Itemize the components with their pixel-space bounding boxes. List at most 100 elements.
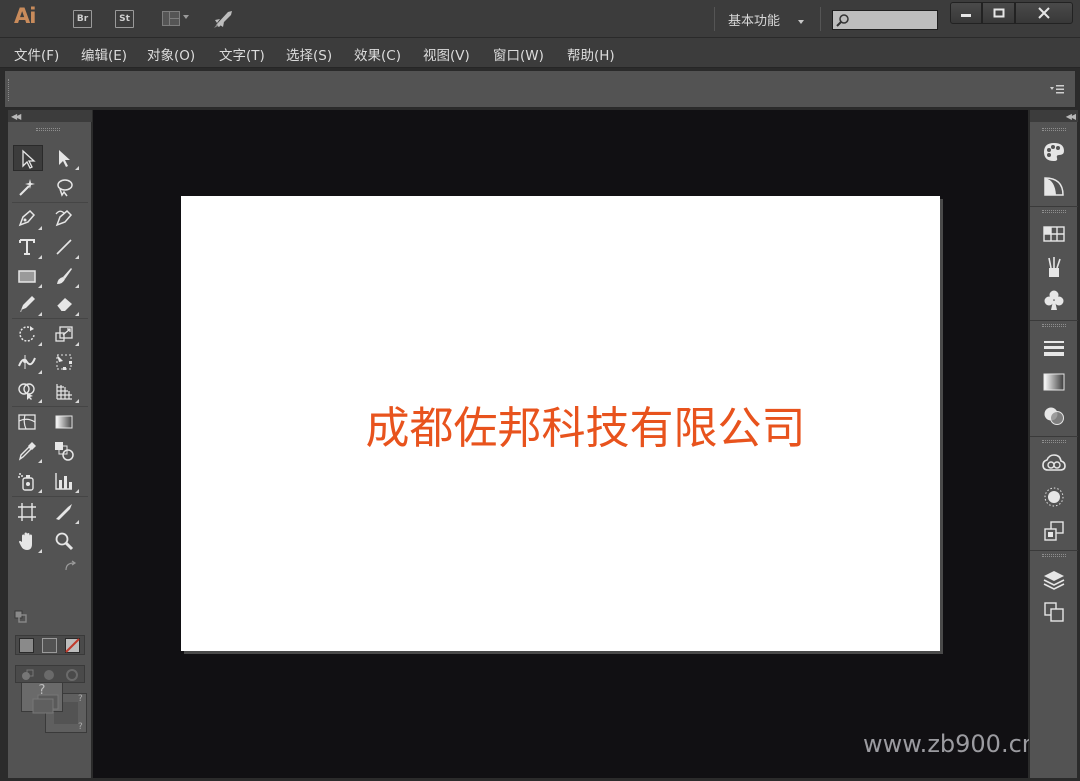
color-guide-panel-button[interactable] — [1040, 174, 1068, 200]
column-graph-tool[interactable] — [50, 468, 80, 494]
canvas-area[interactable]: 成都佐邦科技有限公司 www.zb900.cn — [93, 110, 1037, 778]
scale-tool[interactable] — [50, 321, 80, 347]
cc-libraries-panel-button[interactable] — [1040, 452, 1068, 478]
maximize-button[interactable] — [982, 2, 1015, 24]
color-panel-button[interactable] — [1040, 140, 1068, 166]
dock-divider — [1030, 550, 1078, 551]
selection-tool[interactable] — [13, 145, 43, 171]
menu-bar: 文件(F) 编辑(E) 对象(O) 文字(T) 选择(S) 效果(C) 视图(V… — [0, 38, 1080, 68]
magic-wand-tool[interactable] — [13, 174, 43, 200]
pen-tool[interactable] — [13, 205, 43, 231]
zoom-tool[interactable] — [50, 528, 80, 554]
screen-mode-icon[interactable] — [32, 694, 60, 714]
gradient-mode-button[interactable] — [42, 638, 57, 653]
none-mode-button[interactable] — [65, 638, 80, 653]
search-input[interactable] — [832, 10, 938, 30]
appearance-panel-button[interactable] — [1040, 485, 1068, 511]
menu-window[interactable]: 窗口(W) — [493, 44, 544, 64]
collapse-panel-icon[interactable]: ◀◀ — [11, 112, 21, 121]
panel-dock: ◀◀ — [1029, 110, 1078, 778]
blend-tool[interactable] — [50, 438, 80, 464]
menu-file[interactable]: 文件(F) — [14, 44, 59, 64]
control-bar-grip[interactable] — [8, 79, 10, 101]
artboards-icon — [1044, 602, 1064, 622]
slice-tool[interactable] — [50, 499, 80, 525]
default-fill-stroke-icon[interactable] — [14, 610, 28, 624]
tools-grip[interactable] — [36, 128, 60, 131]
dock-divider — [1030, 320, 1078, 321]
lasso-tool[interactable] — [50, 174, 80, 200]
swatches-panel-button[interactable] — [1040, 222, 1068, 248]
magic-wand-icon — [19, 179, 35, 196]
workspace-switcher[interactable]: 基本功能 — [728, 10, 780, 29]
draw-inside-icon[interactable] — [65, 668, 79, 682]
swap-fill-stroke-icon[interactable] — [64, 560, 78, 572]
width-tool[interactable] — [13, 349, 43, 375]
tool-flyout-indicator — [75, 399, 79, 403]
arrow-pointer-icon — [22, 149, 36, 169]
eraser-tool[interactable] — [50, 291, 80, 317]
hand-tool[interactable] — [13, 528, 43, 554]
hand-icon — [19, 532, 32, 550]
artboard-tool[interactable] — [13, 499, 43, 525]
gradient-panel-button[interactable] — [1040, 370, 1068, 396]
menu-help[interactable]: 帮助(H) — [567, 44, 615, 64]
bridge-button[interactable]: Br — [73, 10, 92, 28]
tool-divider — [12, 202, 88, 203]
menu-object[interactable]: 对象(O) — [147, 44, 195, 64]
layers-panel-button[interactable] — [1040, 568, 1068, 594]
club-symbol-icon — [1044, 290, 1064, 310]
shape-builder-tool[interactable] — [13, 378, 43, 404]
rotate-tool[interactable] — [13, 321, 43, 347]
draw-normal-icon[interactable] — [20, 668, 34, 682]
arrange-documents-button[interactable] — [162, 10, 189, 28]
transparency-panel-button[interactable] — [1040, 404, 1068, 430]
stock-button[interactable]: St — [115, 10, 134, 28]
close-button[interactable] — [1015, 2, 1073, 24]
workspace-chevron-icon — [798, 20, 804, 24]
paintbrush-icon — [57, 268, 72, 284]
dock-grip[interactable] — [1042, 324, 1066, 327]
palette-icon — [1044, 143, 1064, 161]
line-segment-tool[interactable] — [50, 234, 80, 260]
symbols-panel-button[interactable] — [1040, 288, 1068, 314]
menu-view[interactable]: 视图(V) — [423, 44, 470, 64]
eyedropper-tool[interactable] — [13, 438, 43, 464]
symbol-sprayer-tool[interactable] — [13, 468, 43, 494]
dock-grip[interactable] — [1042, 128, 1066, 131]
perspective-grid-tool[interactable] — [50, 378, 80, 404]
brushes-panel-button[interactable] — [1040, 255, 1068, 281]
tools-panel-header: ◀◀ — [8, 110, 92, 122]
type-tool[interactable] — [13, 234, 43, 260]
dock-grip[interactable] — [1042, 554, 1066, 557]
curvature-tool[interactable] — [50, 205, 80, 231]
stroke-panel-button[interactable] — [1040, 336, 1068, 362]
rectangle-tool[interactable] — [13, 263, 43, 289]
tool-divider — [12, 496, 88, 497]
pencil-tool[interactable] — [13, 291, 43, 317]
draw-behind-icon[interactable] — [42, 668, 56, 682]
graphic-styles-panel-button[interactable] — [1040, 519, 1068, 545]
scale-icon — [55, 326, 73, 342]
panel-menu-icon[interactable] — [1049, 83, 1065, 95]
gradient-tool[interactable] — [50, 409, 80, 435]
artboard-company-text[interactable]: 成都佐邦科技有限公司 — [181, 392, 907, 456]
control-bar — [4, 70, 1076, 108]
minimize-button[interactable] — [950, 2, 982, 24]
menu-edit[interactable]: 编辑(E) — [81, 44, 127, 64]
color-mode-button[interactable] — [19, 638, 34, 653]
gpu-performance-button[interactable] — [211, 8, 235, 30]
menu-select[interactable]: 选择(S) — [286, 44, 332, 64]
menu-effect[interactable]: 效果(C) — [354, 44, 401, 64]
artboard[interactable]: 成都佐邦科技有限公司 — [181, 196, 940, 651]
dock-grip[interactable] — [1042, 440, 1066, 443]
artboards-panel-button[interactable] — [1040, 600, 1068, 626]
dock-grip[interactable] — [1042, 210, 1066, 213]
paintbrush-tool[interactable] — [50, 263, 80, 289]
free-transform-tool[interactable] — [50, 349, 80, 375]
shape-builder-icon — [18, 383, 35, 400]
direct-selection-tool[interactable] — [50, 145, 80, 171]
expand-panels-icon[interactable]: ◀◀ — [1066, 112, 1076, 121]
menu-type[interactable]: 文字(T) — [219, 44, 265, 64]
mesh-tool[interactable] — [13, 409, 43, 435]
